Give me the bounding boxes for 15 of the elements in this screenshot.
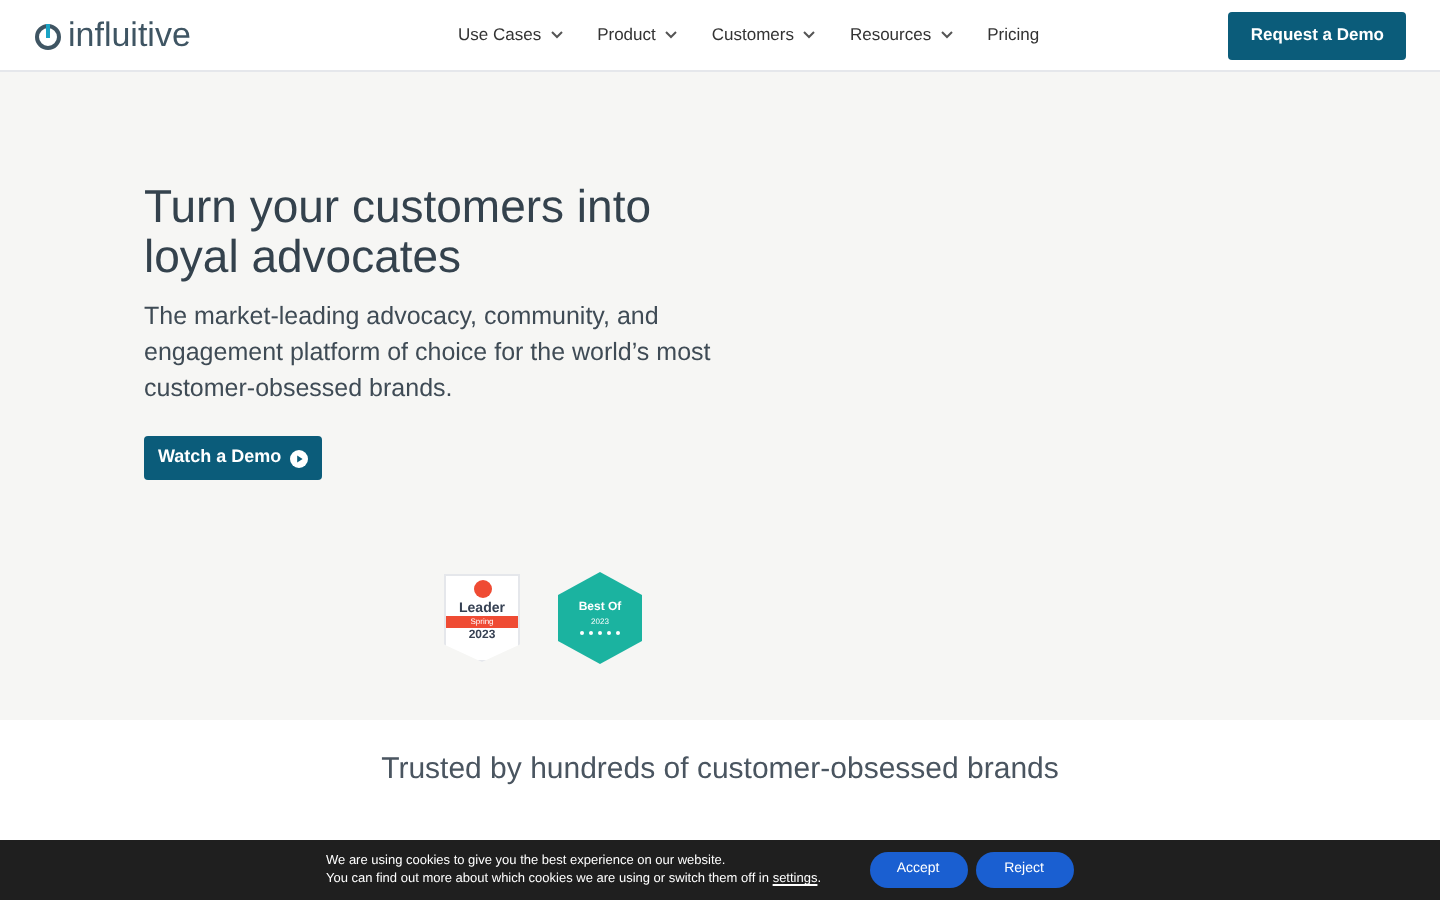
logo-icon [34, 21, 62, 49]
nav-link[interactable]: Product [597, 22, 678, 48]
g2-logo-icon [473, 580, 491, 598]
nav-link[interactable]: Pricing [987, 22, 1040, 48]
nav-link[interactable]: Use Cases [458, 22, 564, 48]
nav-link[interactable]: Customers [711, 22, 816, 48]
trusted-heading: Trusted by hundreds of customer-obsessed brands [379, 750, 1061, 790]
logo-text[interactable]: influitive [68, 18, 191, 52]
stars-icon [578, 629, 622, 635]
request-demo-button[interactable]: Request a Demo [1228, 11, 1406, 59]
nav-link[interactable]: Resources [849, 22, 954, 48]
hero-subtitle: The market-leading advocacy, community, and engagement platform of choice for the world’s most customer-obsessed brands. [144, 300, 713, 406]
play-icon [289, 449, 308, 467]
watch-demo-button[interactable]: Watch a Demo [144, 436, 322, 480]
hero-title: Turn your customers into loyal advocates [144, 182, 654, 282]
